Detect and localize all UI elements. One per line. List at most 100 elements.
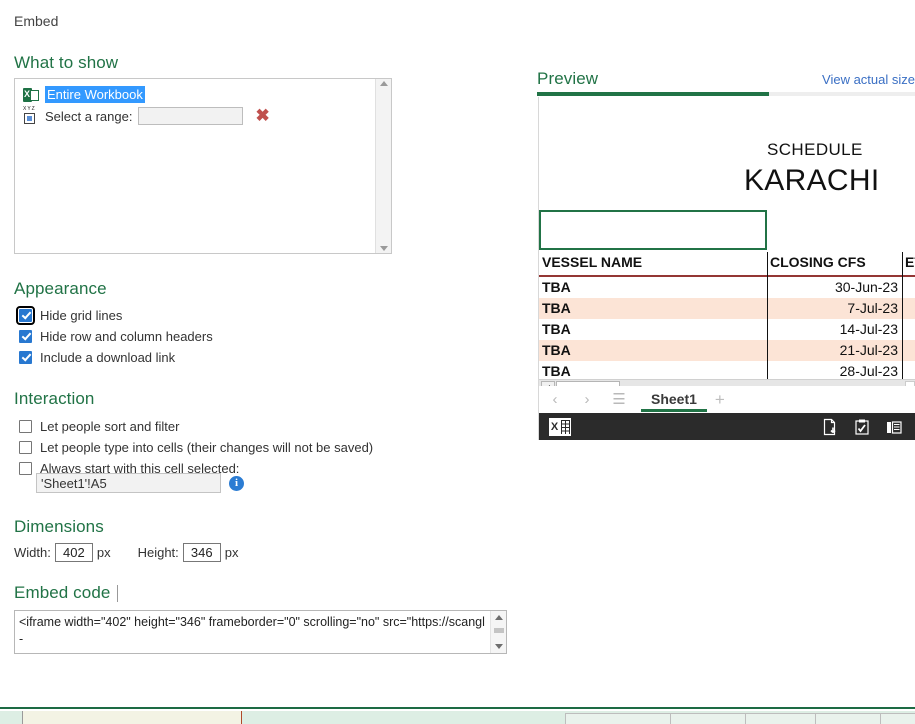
- cell-vessel-name: TBA: [542, 300, 571, 316]
- sheet-title-schedule: SCHEDULE: [767, 140, 863, 159]
- embed-code-value: <iframe width="402" height="346" framebo…: [19, 615, 485, 646]
- scrollbar-thumb[interactable]: [494, 628, 504, 633]
- checkbox-label-let-people-type-into-cells: Let people type into cells (their change…: [40, 439, 374, 455]
- embed-code-heading: Embed code: [14, 583, 119, 603]
- dimensions-heading: Dimensions: [14, 517, 104, 536]
- cell-closing-cfs: 30-Jun-23: [834, 279, 898, 295]
- checkbox-always-start-with-this-cell-selected[interactable]: [19, 461, 32, 475]
- cell-closing-cfs: 21-Jul-23: [839, 342, 898, 358]
- checkbox-let-people-type-into-cells[interactable]: [19, 440, 32, 454]
- next-sheet-button[interactable]: ›: [571, 387, 603, 412]
- column-header-etd: ETD: [905, 254, 915, 270]
- checkbox-label-hide-row-and-column-headers: Hide row and column headers: [40, 328, 213, 344]
- checkbox-row-hide-row-and-column-headers[interactable]: Hide row and column headers: [19, 327, 213, 345]
- underlying-grid-cell: [815, 713, 880, 724]
- preview-frame[interactable]: SCHEDULE KARACHI VESSEL NAME CLOSING CFS…: [537, 92, 915, 440]
- checkbox-label-let-people-sort-and-filter: Let people sort and filter: [40, 418, 180, 434]
- list-item-entire-workbook[interactable]: X Entire Workbook: [23, 86, 145, 103]
- page-title: Embed: [14, 13, 59, 29]
- checkbox-row-let-people-sort-and-filter[interactable]: Let people sort and filter: [19, 417, 179, 435]
- height-label: Height:: [137, 545, 179, 560]
- show-panel-icon[interactable]: [885, 418, 903, 436]
- start-cell-row: i: [36, 473, 244, 493]
- appearance-heading: Appearance: [14, 279, 107, 298]
- embed-dialog-page: Embed What to show X Entire Workbook XYZ…: [0, 0, 915, 724]
- sheet-title-karachi: KARACHI: [744, 164, 880, 197]
- cell-vessel-name: TBA: [542, 279, 571, 295]
- preview-heading: Preview: [537, 69, 599, 88]
- checkbox-hide-row-and-column-headers[interactable]: [19, 329, 32, 343]
- checkbox-row-include-a-download-link[interactable]: Include a download link: [19, 348, 175, 366]
- text-caret: [117, 584, 119, 602]
- red-x-icon[interactable]: ✖: [255, 107, 269, 124]
- checkbox-row-hide-grid-lines[interactable]: Hide grid lines: [16, 305, 123, 325]
- embed-code-scrollbar[interactable]: [490, 611, 506, 653]
- cell-vessel-name: TBA: [542, 342, 571, 358]
- underlying-grid-cell: [880, 713, 915, 724]
- embed-code-textarea[interactable]: <iframe width="402" height="346" framebo…: [14, 610, 507, 654]
- what-to-show-heading: What to show: [14, 53, 119, 72]
- checkbox-row-let-people-type-into-cells[interactable]: Let people type into cells (their change…: [19, 438, 373, 456]
- view-actual-size-link[interactable]: View actual size: [822, 72, 915, 87]
- scroll-up-icon[interactable]: [494, 615, 503, 620]
- table-row[interactable]: TBA 21-Jul-23: [539, 340, 915, 361]
- scroll-up-icon[interactable]: [379, 81, 388, 86]
- underlying-grid-cell: [670, 713, 745, 724]
- table-row[interactable]: TBA 30-Jun-23: [539, 277, 915, 298]
- checkbox-hide-grid-lines[interactable]: [16, 305, 35, 325]
- width-input[interactable]: [54, 543, 93, 562]
- previous-sheet-button[interactable]: ‹: [539, 387, 571, 412]
- column-header-vessel-name: VESSEL NAME: [542, 254, 643, 270]
- excel-status-bar: X: [539, 413, 915, 440]
- cell-closing-cfs: 7-Jul-23: [847, 300, 898, 316]
- column-divider: [902, 252, 903, 392]
- table-row[interactable]: TBA 7-Jul-23: [539, 298, 915, 319]
- listbox-scrollbar[interactable]: [375, 79, 391, 253]
- checkbox-label-include-a-download-link: Include a download link: [40, 349, 176, 365]
- sheet-tab-sheet1[interactable]: Sheet1: [641, 387, 707, 412]
- width-label: Width:: [14, 545, 51, 560]
- height-input[interactable]: [182, 543, 221, 562]
- checkbox-include-a-download-link[interactable]: [19, 350, 32, 364]
- info-icon[interactable]: i: [229, 475, 244, 491]
- checkbox-label-hide-grid-lines: Hide grid lines: [40, 307, 123, 323]
- dimensions-row: Width: px Height: px: [14, 543, 239, 562]
- sheet-tab-bar: ‹ › ☰ Sheet1 +: [539, 386, 915, 413]
- column-header-closing-cfs: CLOSING CFS: [770, 254, 866, 270]
- interaction-heading: Interaction: [14, 389, 95, 408]
- underlying-page-strip: [0, 707, 915, 724]
- checkbox-let-people-sort-and-filter[interactable]: [19, 419, 32, 433]
- excel-logo-icon: X: [549, 417, 571, 436]
- range-input[interactable]: [138, 107, 244, 125]
- preview-progress-bar: [537, 92, 769, 96]
- status-bar-actions: [821, 418, 903, 436]
- selected-cell-outline[interactable]: [539, 210, 767, 250]
- width-unit: px: [96, 545, 111, 560]
- download-icon[interactable]: [821, 418, 839, 436]
- cell-closing-cfs: 14-Jul-23: [839, 321, 898, 337]
- what-to-show-listbox[interactable]: X Entire Workbook XYZ Select a range: ✖: [14, 78, 392, 254]
- add-sheet-button[interactable]: +: [715, 387, 725, 412]
- excel-file-icon: X: [23, 87, 39, 103]
- scroll-down-icon[interactable]: [494, 644, 503, 649]
- cell-range-icon: XYZ: [23, 106, 39, 125]
- column-divider: [767, 252, 768, 392]
- sheet-list-menu-icon[interactable]: ☰: [603, 387, 635, 412]
- underlying-grid-cell: [565, 713, 670, 724]
- scroll-down-icon[interactable]: [379, 246, 388, 251]
- underlying-strip-cell: [22, 711, 242, 724]
- preview-progress-track: [537, 92, 915, 96]
- excel-logo-letter: X: [549, 417, 560, 436]
- edit-workbook-icon[interactable]: [853, 418, 871, 436]
- underlying-grid-cell: [745, 713, 815, 724]
- select-range-label: Select a range:: [45, 108, 133, 124]
- embedded-workbook-surface[interactable]: SCHEDULE KARACHI VESSEL NAME CLOSING CFS…: [538, 97, 915, 440]
- sheet-table: VESSEL NAME CLOSING CFS ETD TBA 30-Jun-2…: [539, 252, 915, 382]
- sheet-title-block: SCHEDULE KARACHI: [539, 97, 915, 222]
- table-header-row: VESSEL NAME CLOSING CFS ETD: [539, 252, 915, 277]
- embed-code-heading-text: Embed code: [14, 583, 111, 602]
- cell-vessel-name: TBA: [542, 321, 571, 337]
- start-cell-input[interactable]: [36, 473, 221, 493]
- list-item-select-a-range[interactable]: XYZ Select a range: ✖: [23, 106, 270, 125]
- table-row[interactable]: TBA 14-Jul-23: [539, 319, 915, 340]
